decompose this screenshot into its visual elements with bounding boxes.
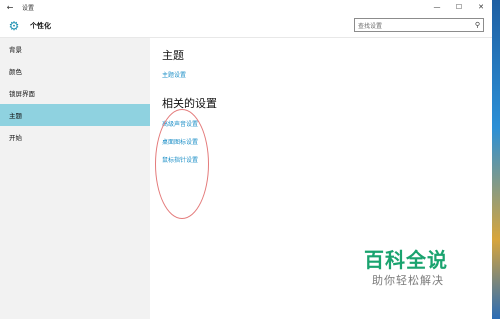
settings-window: ← 设置 — ☐ ✕ ⚙ 个性化 查找设置 ⚲ 背景 颜色 锁屏界面 主题 开始 (0, 0, 492, 319)
sidebar-item-lock-screen[interactable]: 锁屏界面 (0, 82, 150, 104)
sidebar-item-label: 开始 (9, 134, 22, 142)
theme-settings-link[interactable]: 主题设置 (162, 70, 186, 79)
sidebar-item-background[interactable]: 背景 (0, 38, 150, 60)
sidebar-item-label: 锁屏界面 (9, 90, 35, 98)
related-settings-heading: 相关的设置 (162, 97, 217, 110)
search-icon[interactable]: ⚲ (475, 21, 480, 29)
maximize-icon[interactable]: ☐ (448, 0, 470, 14)
title-bar: ← 设置 — ☐ ✕ (0, 0, 492, 14)
annotation-circle (155, 109, 209, 219)
back-arrow-icon[interactable]: ← (0, 3, 20, 12)
watermark-subtitle: 助你轻松解决 (372, 274, 444, 287)
page-title: 个性化 (30, 21, 51, 30)
sidebar-item-start[interactable]: 开始 (0, 126, 150, 148)
sidebar-item-label: 颜色 (9, 68, 22, 76)
window-title: 设置 (22, 4, 35, 12)
minimize-icon[interactable]: — (426, 0, 448, 14)
sidebar-item-themes[interactable]: 主题 (0, 104, 150, 126)
close-icon[interactable]: ✕ (470, 0, 492, 14)
watermark-title: 百科全说 (364, 248, 448, 272)
sidebar-item-label: 主题 (9, 112, 22, 120)
desktop-background-edge (492, 0, 500, 319)
sidebar: 背景 颜色 锁屏界面 主题 开始 (0, 38, 150, 319)
search-placeholder: 查找设置 (358, 22, 383, 30)
window-controls: — ☐ ✕ (426, 0, 492, 14)
sidebar-item-colors[interactable]: 颜色 (0, 60, 150, 82)
settings-header: ⚙ 个性化 查找设置 ⚲ (0, 14, 492, 38)
theme-heading: 主题 (162, 49, 184, 62)
search-input[interactable]: 查找设置 ⚲ (354, 18, 484, 32)
gear-icon: ⚙ (8, 18, 20, 33)
sidebar-item-label: 背景 (9, 46, 22, 54)
